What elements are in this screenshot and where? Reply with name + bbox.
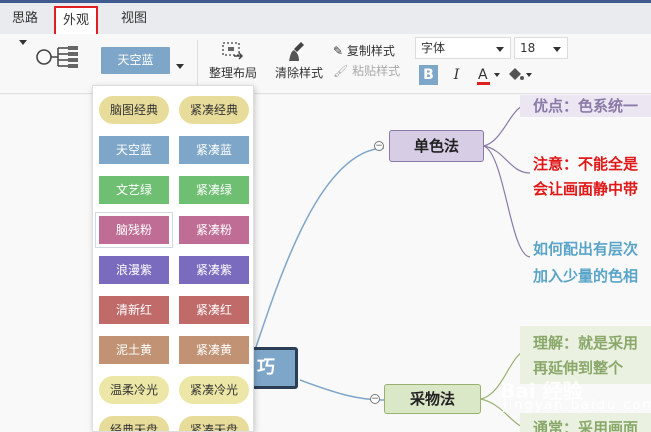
theme-option[interactable]: 天空蓝 [99, 136, 169, 164]
font-color-button[interactable]: A [474, 65, 500, 85]
paint-bucket-icon [509, 68, 532, 80]
paste-style-label: 粘贴样式 [352, 64, 401, 78]
font-size-select[interactable]: 18 [514, 37, 568, 59]
paste-style-button[interactable]: 🖌 粘贴样式 [333, 64, 400, 78]
theme-option[interactable]: 紧凑黄 [179, 336, 249, 364]
paste-style-icon: 🖌 [333, 64, 349, 78]
theme-option[interactable]: 紧凑冷光 [179, 376, 249, 404]
collapse-toggle[interactable]: − [370, 394, 380, 404]
tab-shitu[interactable]: 视图 [121, 9, 147, 29]
theme-option[interactable]: 紧凑天盘 [179, 416, 249, 431]
structure-dropdown-caret[interactable] [19, 40, 27, 45]
theme-option[interactable]: 紧凑紫 [179, 256, 249, 284]
theme-dropdown-panel: 脑图经典 紧凑经典 天空蓝 紧凑蓝 文艺绿 紧凑绿 脑残粉 紧凑粉 浪漫紫 紧凑紫 清新红 紧凑红 泥土… [92, 85, 254, 432]
subnode-lijie-line1[interactable]: 理解：就是采用 [533, 332, 638, 353]
italic-button[interactable]: I [447, 65, 466, 85]
subnode-ruhe-line1[interactable]: 如何配出有层次 [533, 238, 638, 259]
fill-color-button[interactable] [505, 65, 533, 85]
mindmap-structure-icon[interactable] [34, 42, 82, 72]
theme-option[interactable]: 温柔冷光 [99, 376, 169, 404]
font-color-indicator [477, 82, 490, 85]
subnode-tongchang[interactable]: 通常：采用画面 [533, 417, 638, 432]
subnode-zhuyi-line2[interactable]: 会让画面静中带 [533, 178, 638, 199]
watermark-url: jingyan.baidu.com [503, 398, 651, 413]
font-family-select[interactable]: 字体 [415, 37, 511, 59]
brush-icon [289, 42, 304, 61]
subnode-youdian[interactable]: 优点：色系统一 [533, 95, 638, 116]
theme-option[interactable]: 脑残粉 [95, 212, 173, 248]
theme-option[interactable]: 浪漫紫 [99, 256, 169, 284]
branch-node-caiwu[interactable]: 采物法 [384, 384, 481, 414]
theme-option[interactable]: 文艺绿 [99, 176, 169, 204]
theme-option[interactable]: 脑图经典 [99, 96, 169, 124]
clear-style-button[interactable]: 清除样式 [272, 40, 326, 81]
clear-style-label: 清除样式 [274, 66, 323, 80]
menu-bar: 思路 外观 视图 [0, 0, 651, 37]
collapse-toggle[interactable]: − [374, 141, 384, 151]
theme-option[interactable]: 经典天盘 [99, 416, 169, 431]
font-family-value: 字体 [421, 41, 446, 55]
chevron-down-icon [494, 73, 500, 77]
theme-option[interactable]: 紧凑红 [179, 296, 249, 324]
subnode-ruhe-line2[interactable]: 加入少量的色相 [533, 265, 638, 286]
theme-option[interactable]: 紧凑粉 [179, 216, 249, 244]
subnode-zhuyi-line1[interactable]: 注意：不能全是 [533, 153, 638, 174]
toolbar-divider [197, 40, 198, 86]
copy-style-label: 复制样式 [346, 44, 395, 58]
theme-option[interactable]: 紧凑蓝 [179, 136, 249, 164]
theme-option[interactable]: 紧凑经典 [179, 96, 249, 124]
copy-style-icon: ✎ [333, 44, 344, 58]
reorganize-layout-icon [222, 42, 244, 60]
chevron-down-icon [553, 47, 561, 52]
theme-option[interactable]: 泥土黄 [99, 336, 169, 364]
copy-style-button[interactable]: ✎ 复制样式 [333, 44, 395, 58]
tab-waiguan[interactable]: 外观 [54, 6, 98, 37]
reorganize-layout-button[interactable]: 整理布局 [207, 40, 259, 81]
branch-node-danse[interactable]: 单色法 [389, 130, 484, 162]
theme-dropdown-caret[interactable] [176, 64, 184, 69]
font-size-value: 18 [520, 41, 536, 55]
chevron-down-icon [496, 47, 504, 52]
reorganize-layout-label: 整理布局 [208, 66, 257, 80]
tab-siliu[interactable]: 思路 [12, 9, 38, 29]
theme-select-button[interactable]: 天空蓝 [101, 47, 170, 74]
theme-option[interactable]: 紧凑绿 [179, 176, 249, 204]
theme-option[interactable]: 清新红 [99, 296, 169, 324]
bold-button[interactable]: B [419, 65, 438, 85]
